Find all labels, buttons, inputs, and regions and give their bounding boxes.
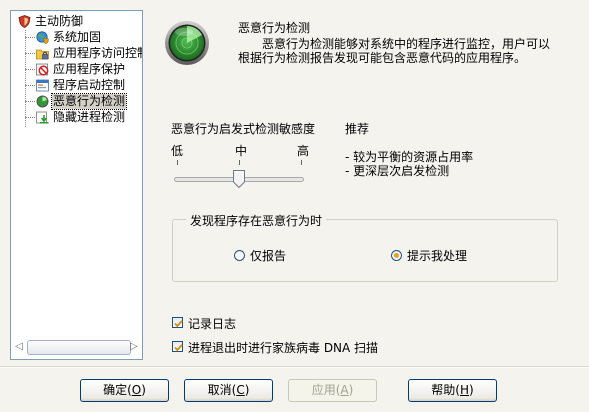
apply-button-label: 应用: [311, 383, 336, 397]
window-app-icon: [36, 79, 49, 92]
tree-item-label: 应用程序访问控制: [53, 46, 143, 60]
radar-icon: [36, 95, 49, 108]
tree-item-label: 恶意行为检测: [50, 93, 128, 110]
dna-scan-checkbox[interactable]: [172, 341, 183, 352]
sensitivity-level-high: 高: [297, 144, 310, 158]
tree-horizontal-scrollbar[interactable]: ◁ ▷: [11, 339, 142, 355]
checkmark-icon: [174, 344, 183, 352]
recommend-title: 推荐: [345, 122, 370, 136]
tree-item-label: 系统加固: [53, 30, 102, 44]
radar-icon: [165, 21, 209, 65]
tree-connector-line: [25, 69, 35, 70]
help-button-label: 帮助: [431, 383, 456, 397]
report-only-radio[interactable]: [234, 250, 245, 261]
sensitivity-label: 恶意行为启发式检测敏感度: [171, 122, 316, 136]
scrollbar-thumb[interactable]: [27, 340, 131, 355]
forbidden-app-icon: [36, 63, 49, 76]
tree-connector-line: [25, 30, 26, 127]
globe-shield-icon: [36, 31, 49, 44]
tree-connector-line: [25, 117, 35, 118]
slider-tick: [239, 160, 240, 165]
tree-item-label: 程序启动控制: [53, 78, 126, 92]
tree-item-label: 隐藏进程检测: [53, 110, 126, 124]
dna-scan-label[interactable]: 进程退出时进行家族病毒 DNA 扫描: [188, 339, 378, 356]
shield-icon: [18, 15, 31, 28]
page-title: 恶意行为检测: [238, 21, 311, 35]
log-label[interactable]: 记录日志: [188, 315, 236, 332]
ok-button[interactable]: 确定(O): [80, 379, 169, 402]
help-accelerator-key: H: [459, 383, 470, 397]
report-only-label[interactable]: 仅报告: [250, 247, 286, 264]
ok-accelerator-key: O: [131, 383, 142, 397]
scroll-right-arrow-icon[interactable]: ▷: [127, 339, 141, 355]
cancel-accelerator-key: C: [236, 383, 245, 397]
page-description-line2: 根据行为检测报告发现可能包含恶意代码的应用程序。: [238, 51, 527, 65]
slider-tick: [177, 160, 178, 165]
apply-accelerator-key: A: [340, 383, 349, 397]
ok-button-label: 确定: [103, 383, 128, 397]
prompt-me-label[interactable]: 提示我处理: [407, 247, 467, 264]
slider-tick: [301, 160, 302, 165]
navigation-tree[interactable]: 主动防御 系统加固 应用程序访问控制 应用程序保护 程序启动控制 恶意行为检测 …: [10, 10, 143, 360]
cancel-button-label: 取消: [207, 383, 232, 397]
log-checkbox[interactable]: [172, 317, 183, 328]
on-detect-group-title: 发现程序存在恶意行为时: [186, 212, 327, 229]
scroll-left-arrow-icon[interactable]: ◁: [12, 339, 26, 355]
sensitivity-level-medium: 中: [235, 144, 248, 158]
help-button[interactable]: 帮助(H): [408, 379, 497, 402]
recommend-point-2: - 更深层次启发检测: [345, 164, 450, 178]
tree-item-label: 应用程序保护: [53, 62, 126, 76]
tree-connector-line: [25, 37, 35, 38]
sensitivity-level-low: 低: [171, 144, 184, 158]
prompt-me-radio[interactable]: [391, 250, 402, 261]
tree-root-label: 主动防御: [35, 14, 84, 28]
tree-connector-line: [25, 101, 35, 102]
checkmark-icon: [174, 320, 183, 328]
download-process-icon: [36, 111, 49, 124]
tree-connector-line: [25, 85, 35, 86]
folder-lock-icon: [36, 49, 49, 60]
cancel-button[interactable]: 取消(C): [184, 379, 273, 402]
separator-line: [0, 367, 589, 368]
sensitivity-slider-thumb[interactable]: [233, 170, 245, 188]
apply-button[interactable]: 应用(A): [288, 379, 377, 402]
tree-connector-line: [25, 53, 35, 54]
